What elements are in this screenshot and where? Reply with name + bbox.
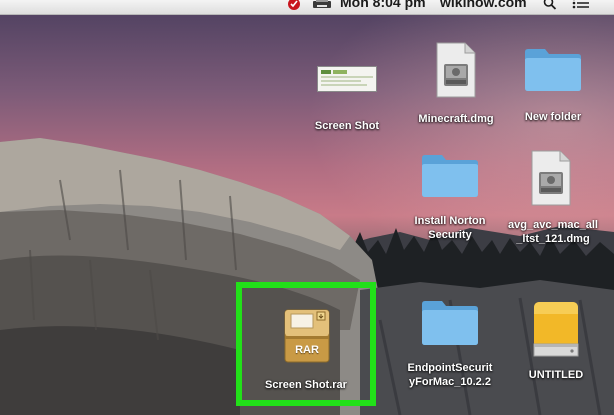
label-line: Security — [428, 229, 472, 241]
norton-icon[interactable] — [287, 0, 301, 15]
desktop-icon-label: Minecraft.dmg — [418, 113, 494, 125]
folder-icon — [422, 301, 478, 345]
desktop-icon-label: EndpointSecurit yForMac_10.2.2 — [408, 361, 493, 389]
desktop-icon-avg-dmg[interactable]: avg_avc_mac_all _ltst_121.dmg — [500, 150, 606, 250]
label-line: EndpointSecurit — [407, 362, 493, 374]
desktop-icon-endpoint-security[interactable]: EndpointSecurit yForMac_10.2.2 — [396, 298, 504, 394]
label-line: Install Norton — [414, 215, 486, 227]
desktop[interactable]: Mon 8:04 pm wikihow.com Screen Shot Mine… — [0, 0, 614, 415]
dmg-disk-image-icon — [531, 150, 571, 206]
selection-highlight-box — [236, 282, 376, 406]
notification-center-icon[interactable] — [572, 0, 590, 15]
menu-bar: Mon 8:04 pm wikihow.com — [0, 0, 614, 15]
folder-icon — [525, 49, 581, 91]
desktop-icon-new-folder[interactable]: New folder — [508, 44, 598, 126]
desktop-icon-label: UNTITLED — [528, 369, 584, 381]
desktop-icon-label: Screen Shot — [314, 120, 380, 132]
menu-bar-site: wikihow.com — [440, 0, 527, 10]
desktop-icon-minecraft-dmg[interactable]: Minecraft.dmg — [406, 42, 506, 128]
desktop-icon-label: New folder — [524, 111, 582, 123]
screenshot-thumbnail-icon — [317, 66, 377, 92]
printer-icon[interactable] — [312, 0, 332, 15]
label-line: _ltst_121.dmg — [516, 233, 590, 245]
desktop-icon-untitled-drive[interactable]: UNTITLED — [514, 298, 598, 388]
dmg-disk-image-icon — [436, 42, 476, 98]
label-line: yForMac_10.2.2 — [409, 376, 491, 388]
desktop-icon-install-norton-security[interactable]: Install Norton Security — [402, 152, 498, 248]
menu-bar-clock[interactable]: Mon 8:04 pm — [340, 0, 426, 10]
desktop-icon-screen-shot[interactable]: Screen Shot — [300, 64, 394, 134]
desktop-icon-label: avg_avc_mac_all _ltst_121.dmg — [508, 218, 598, 246]
spotlight-search-icon[interactable] — [543, 0, 557, 15]
label-line: avg_avc_mac_all — [508, 219, 598, 231]
external-drive-icon — [533, 302, 579, 357]
folder-icon — [422, 155, 478, 197]
desktop-icon-label: Install Norton Security — [415, 214, 486, 242]
